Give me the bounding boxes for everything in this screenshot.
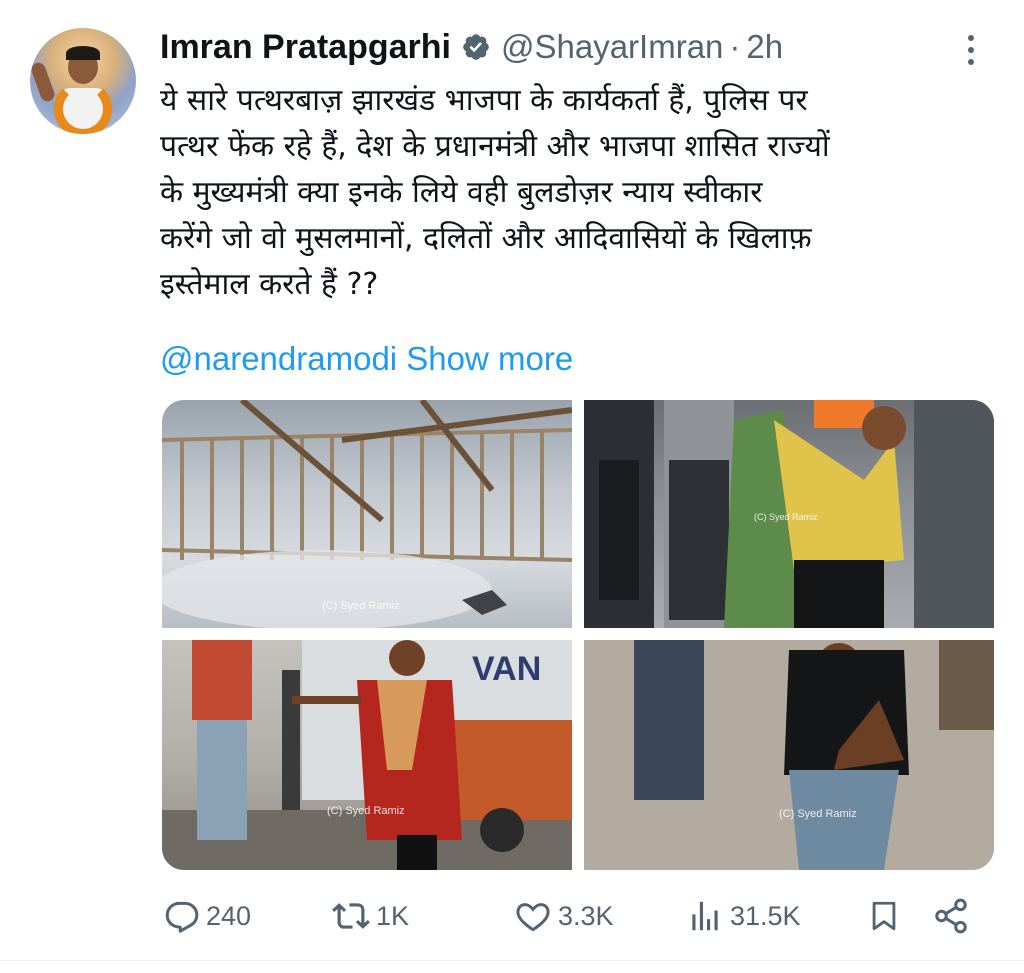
photo-man-red-kurta[interactable]: VAN (C) Syed Ramiz bbox=[162, 640, 572, 870]
separator-dot: · bbox=[729, 28, 741, 65]
avatar-arm bbox=[30, 60, 57, 104]
tweet-actions: 240 1K 3.3K 31.5K bbox=[162, 890, 982, 942]
repost-icon bbox=[332, 903, 370, 929]
photo-barricade[interactable]: (C) Syed Ramiz bbox=[162, 400, 572, 628]
like-count: 3.3K bbox=[558, 900, 614, 931]
like-button[interactable]: 3.3K bbox=[514, 890, 614, 942]
share-icon bbox=[935, 898, 967, 934]
bookmark-button[interactable] bbox=[867, 890, 901, 942]
mention-link[interactable]: @narendramodi bbox=[160, 340, 397, 377]
avatar-garland bbox=[54, 80, 112, 134]
photo-watermark: (C) Syed Ramiz bbox=[754, 512, 818, 522]
tweet-line: पत्थर फेंक रहे हैं, देश के प्रधानमंत्री … bbox=[160, 129, 830, 164]
tweet-line: करेंगे जो वो मुसलमानों, दलितों और आदिवास… bbox=[160, 221, 812, 256]
heart-icon bbox=[516, 903, 550, 932]
divider bbox=[0, 960, 1024, 961]
avatar-hair bbox=[66, 46, 100, 60]
bookmark-icon bbox=[872, 901, 896, 931]
barricade-graphic bbox=[162, 400, 572, 628]
profile-avatar[interactable] bbox=[30, 28, 136, 134]
tweet-text: ये सारे पत्थरबाज़ झारखंड भाजपा के कार्यक… bbox=[160, 78, 1000, 308]
photo-man-black-tshirt[interactable]: (C) Syed Ramiz bbox=[584, 640, 994, 870]
photo-watermark: (C) Syed Ramiz bbox=[779, 808, 857, 820]
ground-graphic bbox=[584, 640, 994, 870]
tweet-line: के मुख्यमंत्री क्या इनके लिये वही बुलडोज… bbox=[160, 175, 763, 210]
tweet-header: Imran Pratapgarhi @ShayarImran · 2h bbox=[160, 24, 783, 70]
photo-watermark: (C) Syed Ramiz bbox=[327, 805, 405, 817]
reply-count: 240 bbox=[206, 900, 252, 931]
repost-button[interactable]: 1K bbox=[332, 890, 409, 942]
reply-button[interactable]: 240 bbox=[162, 890, 251, 942]
author-name[interactable]: Imran Pratapgarhi bbox=[160, 28, 451, 67]
truck-lettering: VAN bbox=[472, 650, 542, 688]
share-button[interactable] bbox=[932, 890, 970, 942]
tweet-links: @narendramodi Show more bbox=[160, 340, 573, 378]
more-options-icon[interactable] bbox=[962, 30, 980, 70]
views-button[interactable]: 31.5K bbox=[686, 890, 801, 942]
photo-man-yellow-shirt[interactable]: (C) Syed Ramiz bbox=[584, 400, 994, 628]
tweet-time[interactable]: 2h bbox=[746, 28, 783, 66]
media-grid: (C) Syed Ramiz (C) Syed Ramiz VAN (C) Sy… bbox=[162, 400, 994, 870]
verified-badge-icon bbox=[461, 32, 491, 62]
photo-watermark: (C) Syed Ramiz bbox=[322, 600, 400, 612]
show-more-link[interactable]: Show more bbox=[406, 340, 573, 377]
author-handle[interactable]: @ShayarImran bbox=[501, 28, 723, 66]
reply-icon bbox=[165, 901, 199, 933]
views-count: 31.5K bbox=[730, 900, 801, 931]
tweet-line: इस्तेमाल करते हैं ?? bbox=[160, 267, 379, 302]
tweet-line: ये सारे पत्थरबाज़ झारखंड भाजपा के कार्यक… bbox=[160, 83, 808, 118]
repost-count: 1K bbox=[376, 900, 410, 931]
views-icon bbox=[692, 901, 718, 931]
